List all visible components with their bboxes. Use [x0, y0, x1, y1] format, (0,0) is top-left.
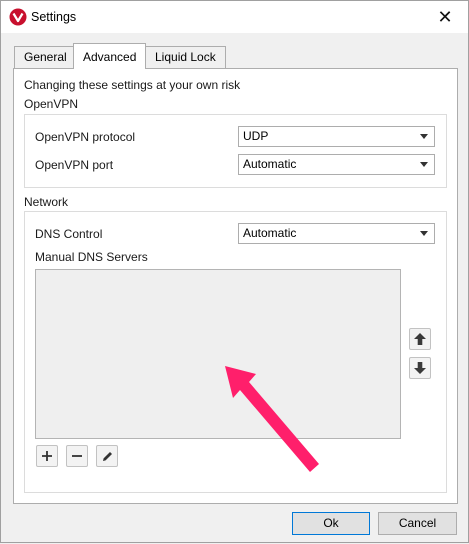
settings-window: Settings ✕ General Advanced Liquid Lock … [0, 0, 469, 543]
manual-dns-servers-label: Manual DNS Servers [35, 250, 148, 264]
add-icon [42, 451, 52, 461]
chevron-down-icon [420, 162, 428, 167]
risk-warning-text: Changing these settings at your own risk [24, 78, 241, 92]
remove-dns-button[interactable] [66, 445, 88, 467]
move-down-button[interactable] [409, 357, 431, 379]
openvpn-heading: OpenVPN [24, 97, 79, 111]
select-value: UDP [243, 129, 269, 143]
network-heading: Network [24, 195, 69, 209]
select-value: Automatic [243, 226, 297, 240]
panel-content: Changing these settings at your own risk… [1, 1, 469, 544]
chevron-down-icon [420, 231, 428, 236]
chevron-down-icon [420, 134, 428, 139]
edit-icon [102, 451, 112, 461]
remove-icon [72, 455, 82, 457]
openvpn-protocol-label: OpenVPN protocol [35, 130, 136, 144]
manual-dns-servers-list[interactable] [35, 269, 401, 439]
openvpn-port-label: OpenVPN port [35, 158, 114, 172]
openvpn-protocol-select[interactable]: UDP [238, 126, 435, 147]
edit-dns-button[interactable] [96, 445, 118, 467]
move-up-icon [414, 333, 426, 345]
add-dns-button[interactable] [36, 445, 58, 467]
dns-control-select[interactable]: Automatic [238, 223, 435, 244]
dns-control-label: DNS Control [35, 227, 103, 241]
openvpn-port-select[interactable]: Automatic [238, 154, 435, 175]
move-up-button[interactable] [409, 328, 431, 350]
move-down-icon [414, 362, 426, 374]
select-value: Automatic [243, 157, 297, 171]
